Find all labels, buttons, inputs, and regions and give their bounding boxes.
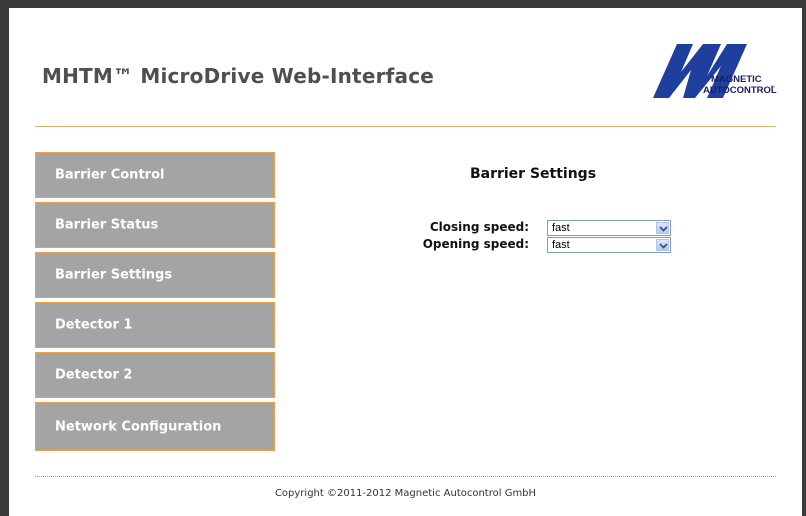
magnetic-autocontrol-logo: MAGNETIC AUTOCONTROL ™ — [653, 44, 777, 98]
nav-item-label: Detector 2 — [55, 367, 133, 383]
nav-item-detector-2[interactable]: Detector 2 — [35, 352, 275, 398]
opening-speed-row: Opening speed: — [369, 236, 529, 254]
nav-item-barrier-control[interactable]: Barrier Control — [35, 152, 275, 198]
opening-speed-select[interactable]: fast — [547, 237, 671, 253]
section-title: Barrier Settings — [469, 166, 597, 182]
closing-speed-row: Closing speed: — [369, 219, 529, 237]
header-divider — [35, 126, 776, 127]
page-title: MHTM™ MicroDrive Web-Interface — [42, 64, 435, 88]
window-frame-top — [0, 0, 806, 8]
nav-item-barrier-status[interactable]: Barrier Status — [35, 202, 275, 248]
nav-item-label: Detector 1 — [55, 317, 133, 333]
page: MHTM™ MicroDrive Web-Interface MAGNETIC … — [9, 8, 802, 516]
chevron-down-icon[interactable] — [656, 239, 669, 251]
closing-speed-select[interactable]: fast — [547, 220, 671, 236]
closing-speed-label: Closing speed: — [429, 220, 529, 234]
chevron-down-icon[interactable] — [656, 222, 669, 234]
nav-item-detector-1[interactable]: Detector 1 — [35, 302, 275, 348]
nav-item-label: Barrier Settings — [55, 267, 173, 283]
closing-speed-value: fast — [552, 222, 570, 234]
opening-speed-label: Opening speed: — [422, 237, 529, 251]
nav-item-barrier-settings[interactable]: Barrier Settings — [35, 252, 275, 298]
logo-tm: ™ — [770, 85, 775, 91]
window-frame-left — [0, 0, 9, 516]
nav-item-label: Barrier Control — [55, 167, 165, 183]
sidebar-nav: Barrier Control Barrier Status Barrier S… — [35, 152, 275, 455]
footer-divider — [35, 476, 776, 477]
window-frame-right — [802, 0, 806, 516]
nav-item-label: Barrier Status — [55, 217, 159, 233]
nav-item-network-configuration[interactable]: Network Configuration — [35, 402, 275, 451]
opening-speed-value: fast — [552, 239, 570, 251]
logo-text-line2: AUTOCONTROL — [703, 85, 777, 96]
logo-text-line1: MAGNETIC — [711, 74, 762, 85]
copyright-text: Copyright ©2011-2012 Magnetic Autocontro… — [274, 488, 537, 499]
nav-item-label: Network Configuration — [55, 419, 222, 434]
